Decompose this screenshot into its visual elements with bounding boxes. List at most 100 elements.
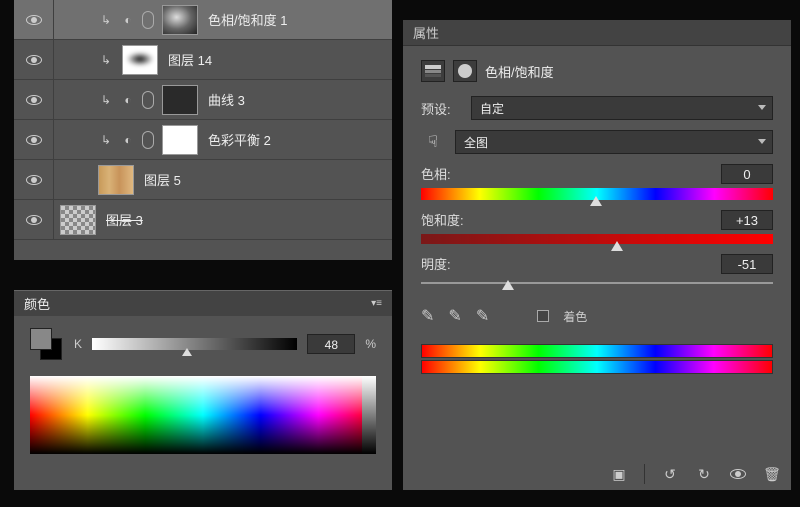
adjustment-title: 色相/饱和度 (485, 62, 554, 81)
foreground-swatch[interactable] (30, 328, 52, 350)
eyedropper-plus-icon[interactable]: ✎ (448, 306, 461, 326)
hue-slider[interactable] (421, 188, 773, 200)
adjustment-icon: ◐ (120, 92, 136, 108)
properties-panel: 属性 色相/饱和度 预设: 自定 ☟ 全图 色相: 0 (403, 20, 791, 490)
targeted-adjust-icon[interactable]: ☟ (421, 131, 445, 153)
layer-row[interactable]: ↳ ◐ 色相/饱和度 1 (14, 0, 392, 40)
visibility-toggle[interactable] (14, 80, 54, 119)
lightness-slider[interactable] (421, 282, 773, 284)
layer-name[interactable]: 图层 5 (144, 170, 181, 189)
visibility-toggle[interactable] (14, 40, 54, 79)
color-range-bar-top[interactable] (421, 344, 773, 358)
eye-icon (26, 55, 42, 65)
layer-row[interactable]: ↳ ◐ 曲线 3 (14, 80, 392, 120)
slider-handle[interactable] (182, 348, 192, 356)
layer-thumb[interactable] (98, 165, 134, 195)
visibility-toggle[interactable] (14, 160, 54, 199)
layer-mask-thumb[interactable] (162, 5, 198, 35)
k-value-input[interactable]: 48 (307, 334, 355, 354)
lightness-label: 明度: (421, 254, 451, 274)
divider (644, 464, 645, 484)
colorize-label: 着色 (563, 308, 587, 325)
lightness-value-input[interactable]: -51 (721, 254, 773, 274)
color-range-value: 全图 (464, 136, 488, 150)
clip-to-layer-icon[interactable]: ▣ (610, 465, 628, 483)
layer-thumb[interactable] (122, 45, 158, 75)
previous-state-icon[interactable]: ↺ (661, 465, 679, 483)
adjustment-type-icon[interactable] (421, 60, 445, 82)
clip-down-icon: ↳ (98, 52, 114, 68)
layer-name[interactable]: 色相/饱和度 1 (208, 10, 287, 29)
fg-bg-swatches[interactable] (30, 328, 64, 362)
hue-value-input[interactable]: 0 (721, 164, 773, 184)
mask-icon[interactable] (453, 60, 477, 82)
eyedropper-minus-icon[interactable]: ✎ (476, 306, 489, 326)
chevron-down-icon (758, 105, 766, 110)
link-icon (142, 131, 154, 149)
visibility-toggle[interactable] (14, 0, 54, 39)
eyedropper-icon[interactable]: ✎ (421, 306, 434, 326)
channel-k-label: K (74, 337, 82, 351)
preset-select[interactable]: 自定 (471, 96, 773, 120)
color-range-select[interactable]: 全图 (455, 130, 773, 154)
eye-icon (26, 215, 42, 225)
adjustment-icon: ◐ (120, 12, 136, 28)
layer-mask-thumb[interactable] (162, 85, 198, 115)
saturation-slider[interactable] (421, 234, 773, 244)
layer-badges: ↳ ◐ (94, 11, 158, 29)
preset-value: 自定 (480, 102, 504, 116)
delete-icon[interactable]: 🗑 (763, 465, 781, 483)
visibility-toggle[interactable] (14, 200, 54, 239)
layer-row[interactable]: 图层 3 (14, 200, 392, 240)
properties-panel-title: 属性 (413, 23, 439, 42)
adjustment-icon: ◐ (120, 132, 136, 148)
layer-row[interactable]: ↳ ◐ 色彩平衡 2 (14, 120, 392, 160)
slider-handle[interactable] (502, 280, 514, 290)
clip-down-icon: ↳ (98, 92, 114, 108)
layer-name[interactable]: 曲线 3 (208, 90, 245, 109)
k-slider[interactable] (92, 338, 297, 350)
clip-down-icon: ↳ (98, 132, 114, 148)
hue-label: 色相: (421, 164, 451, 184)
clip-down-icon: ↳ (98, 12, 114, 28)
color-panel-title: 颜色 (24, 294, 50, 313)
layer-mask-thumb[interactable] (162, 125, 198, 155)
circle-icon (458, 64, 472, 78)
eye-icon (730, 469, 746, 479)
layers-panel: ↳ ◐ 色相/饱和度 1 ↳ 图层 14 ↳ ◐ 曲线 3 ↳ ◐ (14, 0, 392, 260)
k-unit-label: % (365, 337, 376, 351)
layer-badges: ↳ ◐ (94, 91, 158, 109)
slider-handle[interactable] (611, 241, 623, 251)
eye-icon (26, 15, 42, 25)
preset-label: 预设: (421, 99, 461, 118)
slider-handle[interactable] (590, 196, 602, 206)
colorize-checkbox[interactable] (537, 310, 549, 322)
layer-thumb[interactable] (60, 205, 96, 235)
color-panel: 颜色 ▾≡ K 48 % (14, 290, 392, 490)
chevron-down-icon (758, 139, 766, 144)
panel-menu-icon[interactable]: ▾≡ (371, 298, 382, 309)
layer-name[interactable]: 色彩平衡 2 (208, 130, 271, 149)
color-panel-tab[interactable]: 颜色 ▾≡ (14, 290, 392, 316)
properties-panel-tab[interactable]: 属性 (403, 20, 791, 46)
layer-row[interactable]: 图层 5 (14, 160, 392, 200)
eye-icon (26, 95, 42, 105)
layer-row[interactable]: ↳ 图层 14 (14, 40, 392, 80)
saturation-value-input[interactable]: +13 (721, 210, 773, 230)
saturation-label: 饱和度: (421, 210, 464, 230)
hsl-icon (425, 65, 441, 77)
eye-icon (26, 135, 42, 145)
reset-icon[interactable]: ↻ (695, 465, 713, 483)
color-range-bar-bottom[interactable] (421, 360, 773, 374)
properties-footer: ▣ ↺ ↻ 🗑 (610, 464, 781, 484)
toggle-visibility-icon[interactable] (729, 465, 747, 483)
layer-name[interactable]: 图层 14 (168, 50, 212, 69)
layer-name[interactable]: 图层 3 (106, 210, 143, 229)
link-icon (142, 11, 154, 29)
layer-badges: ↳ (94, 52, 118, 68)
visibility-toggle[interactable] (14, 120, 54, 159)
eye-icon (26, 175, 42, 185)
link-icon (142, 91, 154, 109)
layer-badges: ↳ ◐ (94, 131, 158, 149)
color-spectrum[interactable] (30, 376, 376, 454)
